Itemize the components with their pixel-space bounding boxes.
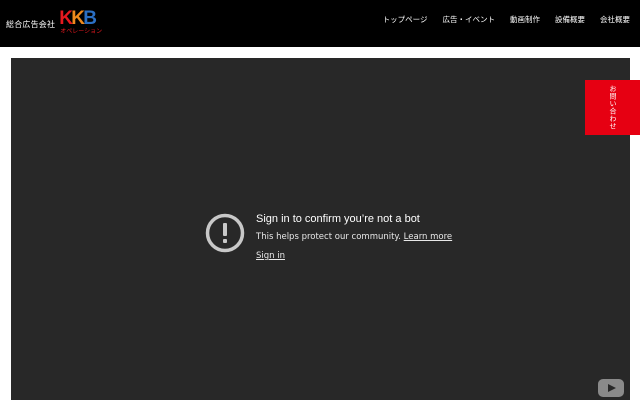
contact-tab-label: お問い合わせ [609,85,617,130]
site-header: 総合広告会社 K K B オペレーション トップページ 広告・イベント 動画制作… [0,0,640,47]
main-nav: トップページ 広告・イベント 動画制作 設備概要 会社概要 [383,15,630,25]
error-description-text: This helps protect our community. [256,232,401,242]
brand[interactable]: 総合広告会社 K K B オペレーション [6,8,103,40]
contact-tab[interactable]: お問い合わせ [585,80,640,135]
learn-more-link[interactable]: Learn more [404,232,452,242]
nav-item-top[interactable]: トップページ [383,15,428,25]
company-prefix: 総合広告会社 [6,20,56,29]
alert-circle-icon [205,213,245,253]
bot-check-message: Sign in to confirm you’re not a bot This… [204,212,452,262]
nav-item-ads-events[interactable]: 広告・イベント [443,15,496,25]
error-title: Sign in to confirm you’re not a bot [256,213,420,225]
nav-item-company[interactable]: 会社概要 [600,15,630,25]
sign-in-link[interactable]: Sign in [256,250,285,262]
error-text: Sign in to confirm you’re not a bot This… [256,212,452,262]
error-description: This helps protect our community. Learn … [256,231,452,243]
youtube-icon[interactable] [598,379,624,397]
kkb-logo[interactable]: K K B オペレーション [59,8,103,40]
logo-subtitle: オペレーション [60,28,103,35]
nav-item-video-production[interactable]: 動画制作 [510,15,540,25]
video-player[interactable]: Sign in to confirm you’re not a bot This… [11,58,630,400]
logo-letter-b: B [83,8,97,29]
nav-item-facilities[interactable]: 設備概要 [555,15,585,25]
